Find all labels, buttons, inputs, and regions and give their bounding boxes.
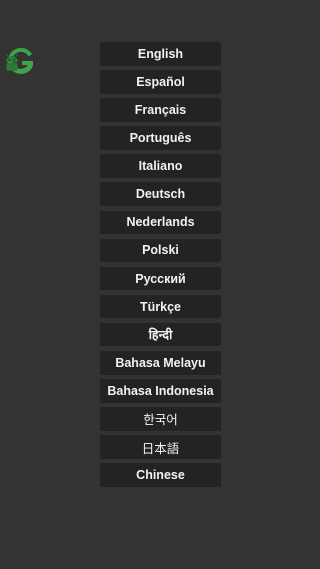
language-button-german[interactable]: Deutsch	[100, 182, 221, 206]
language-button-russian[interactable]: Русский	[100, 266, 221, 291]
language-button-dutch[interactable]: Nederlands	[100, 210, 221, 235]
language-button-japanese[interactable]: 日本語	[100, 435, 221, 459]
android-g-logo-icon	[6, 47, 33, 74]
language-button-spanish[interactable]: Español	[100, 70, 221, 94]
language-button-malay[interactable]: Bahasa Melayu	[100, 351, 221, 375]
language-button-korean[interactable]: 한국어	[100, 407, 221, 431]
language-button-indonesian[interactable]: Bahasa Indonesia	[100, 379, 221, 403]
language-list: English Español Français Português Itali…	[100, 42, 221, 492]
language-button-polish[interactable]: Polski	[100, 238, 221, 263]
app-logo-icon	[2, 44, 38, 80]
language-button-chinese[interactable]: Chinese	[100, 463, 221, 487]
language-button-hindi[interactable]: हिन्दी	[100, 322, 221, 347]
language-button-italian[interactable]: Italiano	[100, 154, 221, 178]
language-button-turkish[interactable]: Türkçe	[100, 294, 221, 319]
language-button-french[interactable]: Français	[100, 98, 221, 122]
language-button-portuguese[interactable]: Português	[100, 126, 221, 150]
language-button-english[interactable]: English	[100, 42, 221, 66]
